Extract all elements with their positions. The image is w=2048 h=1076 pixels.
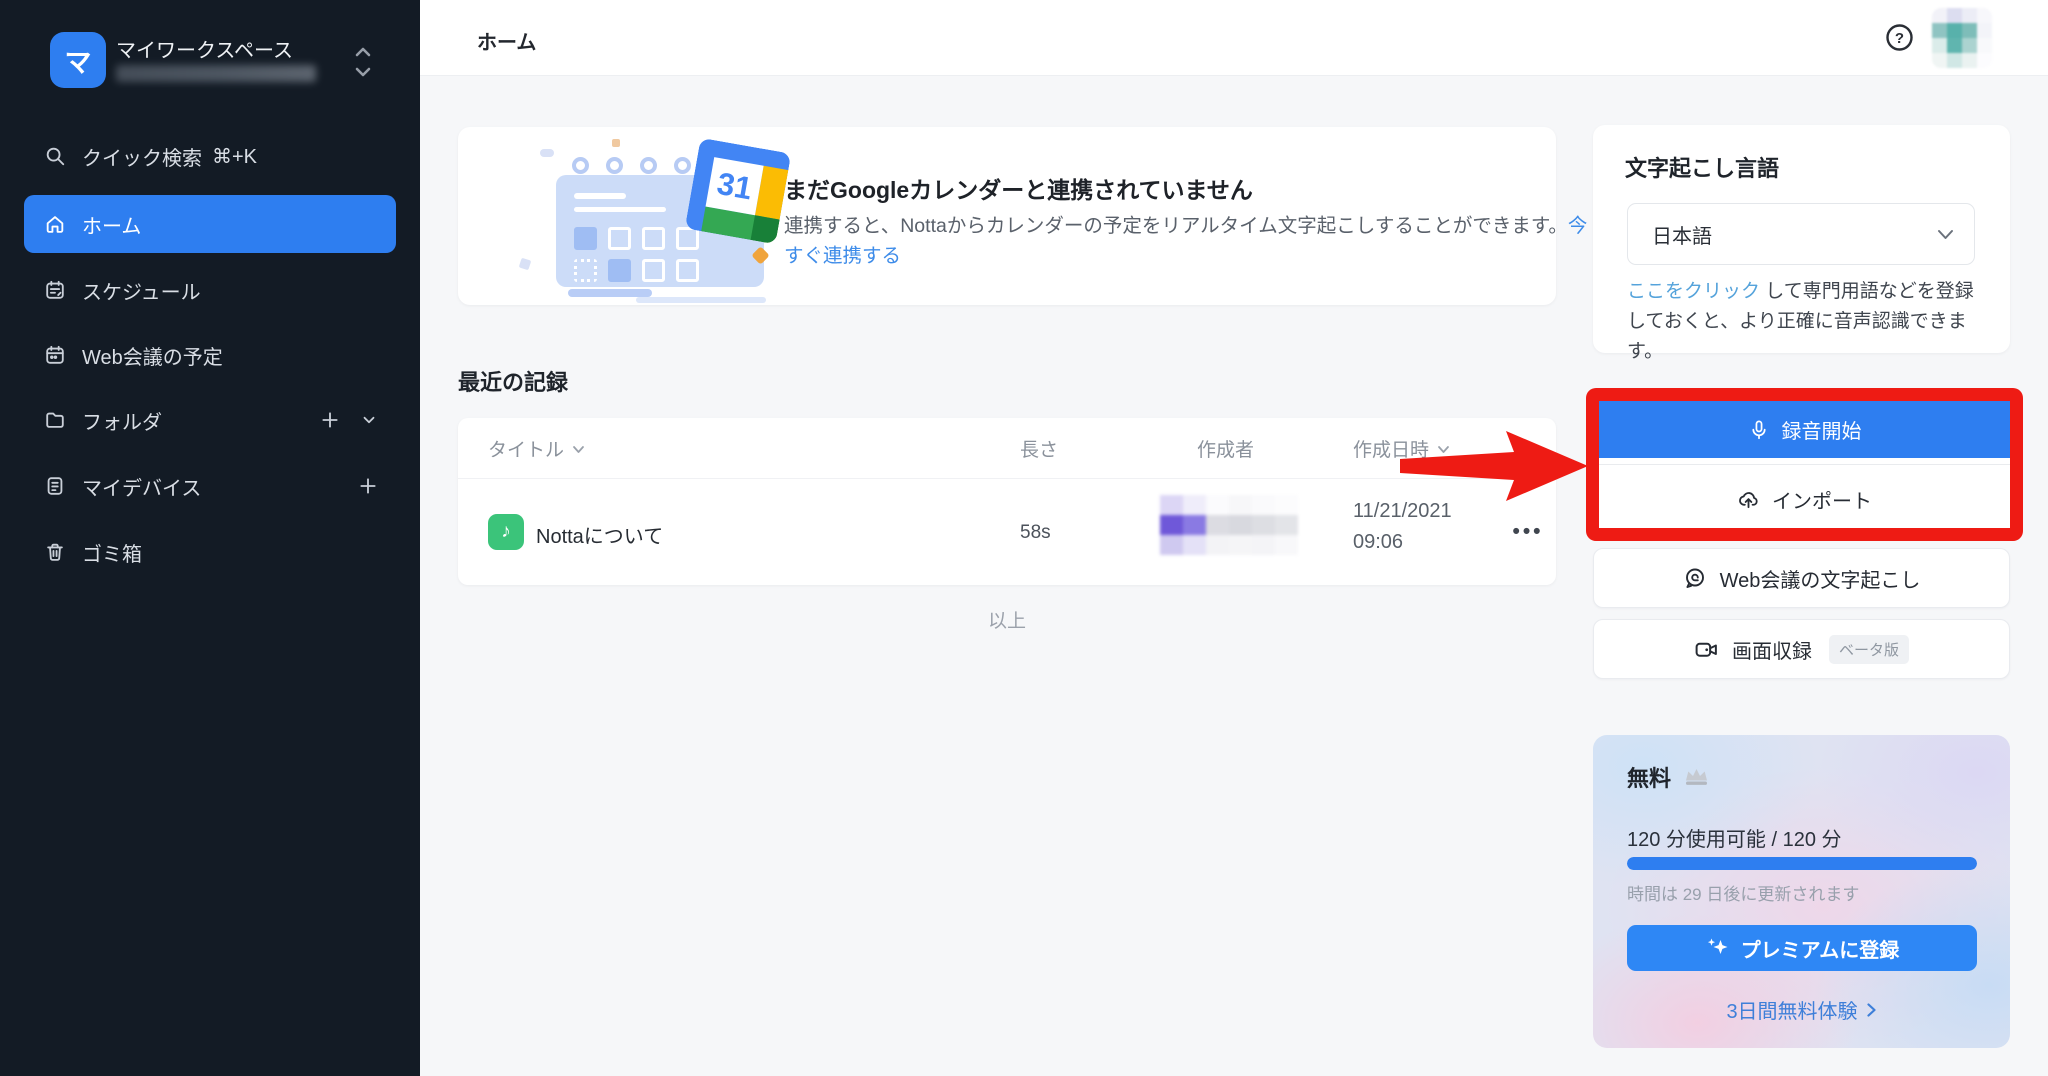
web-meeting-transcribe-button[interactable]: Web会議の文字起こし <box>1593 548 2010 608</box>
sidebar-item-web-meetings[interactable]: Web会議の予定 <box>24 337 396 373</box>
banner-body: 連携すると、Nottaからカレンダーの予定をリアルタイム文字起こしすることができ… <box>784 211 1592 271</box>
list-end-label: 以上 <box>987 611 1026 632</box>
beta-badge: ベータ版 <box>1828 634 1909 664</box>
table-header-divider <box>458 478 1556 479</box>
creator-name-redacted <box>1160 495 1298 555</box>
upgrade-premium-button[interactable]: プレミアムに登録 <box>1627 925 1977 971</box>
sidebar-item-my-devices[interactable]: マイデバイス <box>24 468 396 504</box>
trash-icon <box>44 541 66 563</box>
import-label: インポート <box>1772 491 1872 513</box>
sidebar-item-label: Web会議の予定 <box>82 346 223 369</box>
sidebar-item-quick-search[interactable]: クイック検索 ⌘+K <box>24 138 396 174</box>
workspace-name: マイワークスペース <box>116 40 293 62</box>
audio-note-icon: ♪ <box>488 514 524 550</box>
google-calendar-logo: 31 <box>684 137 792 245</box>
sidebar-item-label: スケジュール <box>82 281 201 304</box>
chevron-down-icon[interactable] <box>360 411 378 429</box>
record-length: 58s <box>1020 522 1051 543</box>
device-icon <box>44 475 66 497</box>
plan-usage-text: 120 分使用可能 / 120 分 <box>1627 829 1842 851</box>
recent-records-heading: 最近の記録 <box>458 370 569 395</box>
video-camera-icon <box>1694 637 1719 662</box>
quick-search-shortcut: ⌘+K <box>212 145 258 168</box>
start-recording-button[interactable]: 録音開始 <box>1599 401 2010 458</box>
column-label: 長さ <box>1020 439 1059 461</box>
import-button[interactable]: インポート <box>1599 471 2010 528</box>
chevron-right-icon <box>1866 1002 1876 1017</box>
chat-bubble-icon <box>1683 566 1707 590</box>
add-device-icon[interactable] <box>358 476 378 496</box>
transcription-language-card: 文字起こし言語 日本語 ここをクリック して専門用語などを登録しておくと、より正… <box>1593 125 2010 362</box>
column-header-title[interactable]: タイトル <box>488 418 585 478</box>
free-trial-label: 3日間無料体験 <box>1726 1001 1858 1023</box>
record-created-time: 09:06 <box>1353 531 1404 553</box>
language-hint: ここをクリック して専門用語などを登録しておくと、より正確に音声認識できます。 <box>1627 277 1983 367</box>
language-card-title: 文字起こし言語 <box>1625 156 1780 181</box>
record-created-datetime: 11/21/2021 09:06 <box>1353 496 1452 558</box>
plan-name: 無料 <box>1627 766 1672 791</box>
banner-body-text: 連携すると、Nottaからカレンダーの予定をリアルタイム文字起こしすることができ… <box>784 215 1568 237</box>
user-avatar[interactable] <box>1932 8 1992 68</box>
topbar: ホーム ? <box>420 0 2048 76</box>
folder-icon <box>44 409 66 431</box>
web-meeting-transcribe-label: Web会議の文字起こし <box>1719 569 1921 592</box>
crown-icon <box>1683 766 1710 788</box>
upgrade-premium-label: プレミアムに登録 <box>1740 939 1900 962</box>
calendar-icon <box>44 344 66 366</box>
workspace-avatar: マ <box>50 32 106 88</box>
google-calendar-illustration: 31 <box>516 131 792 303</box>
chevron-up-down-icon <box>352 42 374 82</box>
sidebar-item-folders[interactable]: フォルダ <box>24 402 396 438</box>
chevron-down-icon <box>1937 229 1954 240</box>
free-plan-card: 無料 120 分使用可能 / 120 分 時間は 29 日後に更新されます プレ… <box>1593 735 2010 1048</box>
plan-renew-note: 時間は 29 日後に更新されます <box>1627 885 1860 904</box>
start-recording-label: 録音開始 <box>1781 421 1862 443</box>
sidebar-item-label: フォルダ <box>82 411 162 434</box>
workspace-email-redacted <box>116 65 316 82</box>
google-calendar-banner: 31 まだGoogleカレンダーと連携されていません 連携すると、Nottaから… <box>458 127 1587 305</box>
home-icon <box>44 213 66 235</box>
record-title: Nottaについて <box>536 526 664 548</box>
free-trial-link[interactable]: 3日間無料体験 <box>1593 995 2010 1024</box>
screen-record-label: 画面収録 <box>1731 640 1812 663</box>
help-icon[interactable]: ? <box>1884 22 1915 53</box>
sidebar: マ マイワークスペース クイック検索 ⌘+K ホーム スケジュール Web会議の… <box>0 0 420 1076</box>
recent-records-table: タイトル 長さ 作成者 作成日時 ♪ Nottaについて 58s 11/21/2… <box>458 418 1556 585</box>
schedule-icon <box>44 279 66 301</box>
click-here-link[interactable]: ここをクリック <box>1627 281 1760 302</box>
row-menu-button[interactable]: ••• <box>1502 516 1554 548</box>
column-label: タイトル <box>488 439 565 461</box>
sidebar-item-label: マイデバイス <box>82 477 202 500</box>
workspace-initial: マ <box>64 47 92 78</box>
sidebar-item-home[interactable]: ホーム <box>24 195 396 253</box>
banner-title: まだGoogleカレンダーと連携されていません <box>784 177 1253 203</box>
calendar-day-number: 31 <box>714 166 754 207</box>
annotation-arrow <box>1400 431 1588 501</box>
column-label: 作成者 <box>1197 439 1255 461</box>
microphone-icon <box>1748 419 1770 441</box>
search-icon <box>44 145 66 167</box>
sort-chevron-icon <box>573 445 584 453</box>
sidebar-item-trash[interactable]: ゴミ箱 <box>24 534 396 570</box>
sidebar-item-label: ホーム <box>82 215 142 238</box>
plan-progress-bar <box>1627 857 1977 870</box>
cloud-upload-icon <box>1737 488 1760 511</box>
column-header-length: 長さ <box>1020 418 1058 478</box>
sparkle-icon <box>1705 936 1731 960</box>
add-folder-icon[interactable] <box>320 410 340 430</box>
annotation-red-box: 録音開始 インポート <box>1586 388 2023 541</box>
notta-home-page: マ マイワークスペース クイック検索 ⌘+K ホーム スケジュール Web会議の… <box>0 0 2048 1076</box>
button-divider <box>1599 458 2010 471</box>
column-header-creator: 作成者 <box>1197 418 1254 478</box>
quick-search-label: クイック検索 <box>82 147 202 170</box>
workspace-switcher[interactable]: マ マイワークスペース <box>0 24 420 100</box>
language-selected-value: 日本語 <box>1652 225 1712 248</box>
sidebar-item-label: ゴミ箱 <box>82 543 142 566</box>
language-select[interactable]: 日本語 <box>1627 203 1975 265</box>
sidebar-item-schedule[interactable]: スケジュール <box>24 272 396 308</box>
screen-record-button[interactable]: 画面収録 ベータ版 <box>1593 619 2010 679</box>
page-title: ホーム <box>477 32 537 54</box>
svg-text:?: ? <box>1895 30 1904 47</box>
plan-progress-fill <box>1627 857 1977 870</box>
